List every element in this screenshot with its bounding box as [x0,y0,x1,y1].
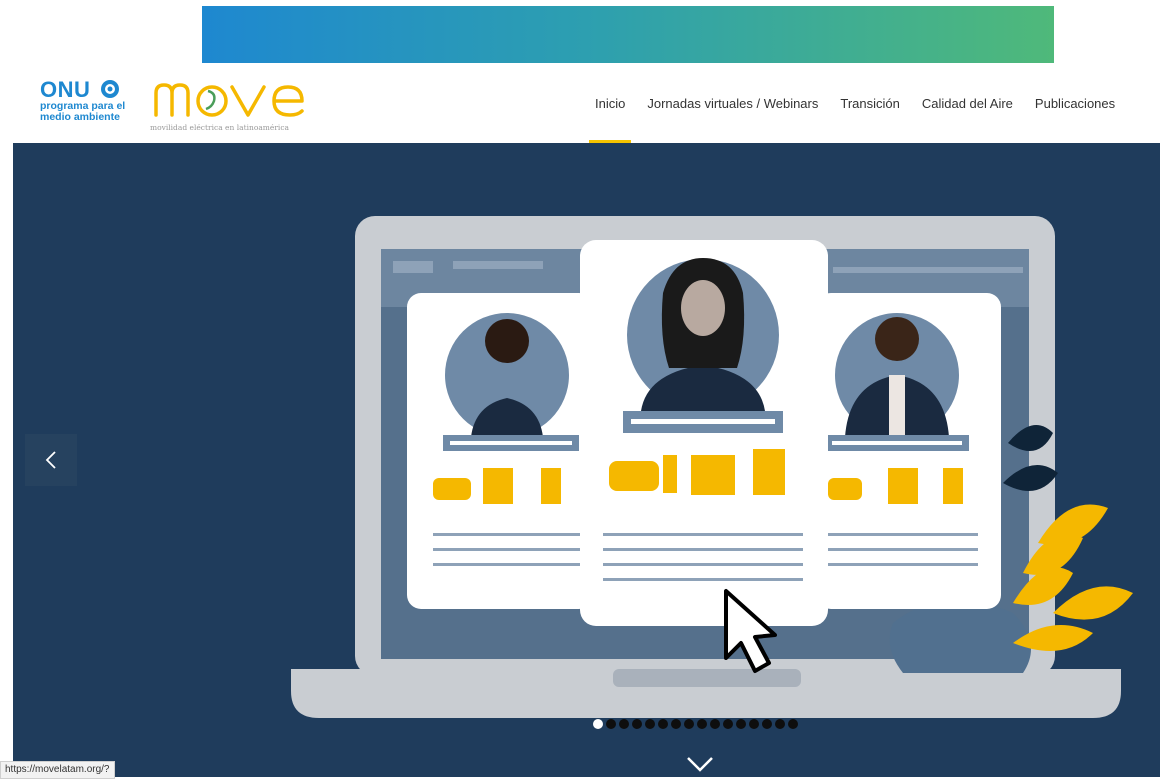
un-emblem-icon [101,80,120,98]
carousel-dot[interactable] [593,719,603,729]
onu-title: ONU [40,77,91,102]
nav-item-publicaciones[interactable]: Publicaciones [1035,96,1115,111]
onu-line2: medio ambiente [40,111,120,123]
carousel-dot[interactable] [736,719,746,729]
carousel-dot[interactable] [645,719,655,729]
main-nav: Inicio Jornadas virtuales / Webinars Tra… [588,96,1137,143]
chevron-left-icon [45,451,56,469]
scroll-down-button[interactable] [685,755,715,777]
carousel-dot[interactable] [632,719,642,729]
hero-carousel[interactable] [13,143,1160,777]
carousel-dot[interactable] [619,719,629,729]
move-logo[interactable]: movilidad eléctrica en latinoamérica [150,75,320,132]
carousel-dot[interactable] [671,719,681,729]
carousel-dot[interactable] [723,719,733,729]
move-wordmark-icon [154,83,304,117]
carousel-dot[interactable] [762,719,772,729]
carousel-pagination [593,719,798,729]
carousel-dot[interactable] [775,719,785,729]
carousel-dot[interactable] [697,719,707,729]
carousel-dot[interactable] [684,719,694,729]
nav-item-jornadas[interactable]: Jornadas virtuales / Webinars [647,96,818,111]
chevron-down-icon [687,757,713,772]
carousel-dot[interactable] [788,719,798,729]
top-banner [202,6,1054,63]
carousel-dot[interactable] [606,719,616,729]
site-header: ONU programa para el medio ambiente movi… [0,63,1160,143]
carousel-dot[interactable] [658,719,668,729]
nav-item-calidad-aire[interactable]: Calidad del Aire [922,96,1013,111]
hero-illustration [291,216,1133,718]
carousel-dot[interactable] [710,719,720,729]
nav-item-inicio[interactable]: Inicio [588,96,632,143]
browser-status-url: https://movelatam.org/? [0,761,115,779]
nav-item-transicion[interactable]: Transición [840,96,899,111]
unep-logo[interactable]: ONU programa para el medio ambiente [40,79,125,123]
carousel-dot[interactable] [749,719,759,729]
carousel-prev-button[interactable] [25,434,77,486]
move-tagline: movilidad eléctrica en latinoamérica [150,123,290,132]
